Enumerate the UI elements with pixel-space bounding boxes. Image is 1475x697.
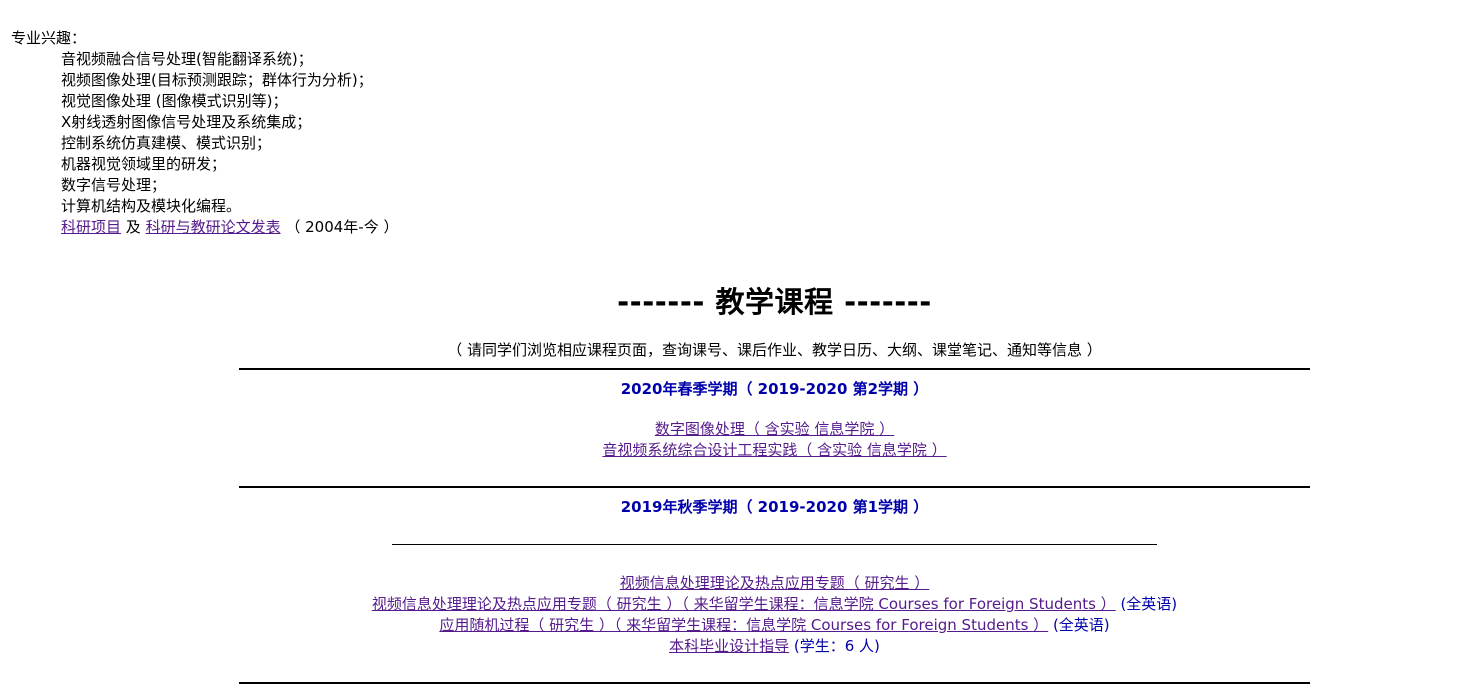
course-link-video-processing-grad[interactable]: 视频信息处理理论及热点应用专题（ 研究生 ） [620, 574, 930, 592]
term-heading-spring-2020: 2020年春季学期（ 2019-2020 第2学期 ） [620, 380, 929, 398]
course-link-undergrad-thesis[interactable]: 本科毕业设计指导 [669, 637, 789, 655]
divider [239, 368, 1310, 370]
research-links-row: 科研项目 及 科研与教研论文发表 （ 2004年-今 ） [61, 217, 398, 238]
english-only-note: (全英语) [1115, 595, 1178, 613]
course-link-random-processes[interactable]: 应用随机过程（ 研究生 ）（ 来华留学生课程：信息学院 Courses for … [439, 616, 1048, 634]
list-item: X射线透射图像信号处理及系统集成； [61, 113, 312, 131]
list-item: 视频信息处理理论及热点应用专题（ 研究生 ） [239, 573, 1310, 594]
divider [239, 682, 1310, 684]
interests-heading: 专业兴趣： [11, 29, 87, 47]
course-list-spring-2020: 数字图像处理（ 含实验 信息学院 ） 音视频系统综合设计工程实践（ 含实验 信息… [239, 419, 1310, 461]
list-item: 数字图像处理（ 含实验 信息学院 ） [239, 419, 1310, 440]
list-item: 本科毕业设计指导 (学生：6 人) [239, 636, 1310, 657]
and-text: 及 [121, 218, 146, 236]
list-item: 计算机结构及模块化编程。 [61, 197, 242, 215]
teaching-title: ------- 教学课程 ------- [617, 285, 932, 319]
interests-section: 专业兴趣： 音视频融合信号处理(智能翻译系统)； 视频图像处理(目标预测跟踪；群… [11, 28, 398, 238]
list-item: 应用随机过程（ 研究生 ）（ 来华留学生课程：信息学院 Courses for … [239, 615, 1310, 636]
teaching-note: （ 请同学们浏览相应课程页面，查询课号、课后作业、教学日历、大纲、课堂笔记、通知… [447, 341, 1102, 359]
course-link-av-system-design[interactable]: 音视频系统综合设计工程实践（ 含实验 信息学院 ） [602, 441, 946, 459]
teaching-section: ------- 教学课程 ------- （ 请同学们浏览相应课程页面，查询课号… [239, 280, 1310, 684]
course-link-video-processing-foreign[interactable]: 视频信息处理理论及热点应用专题（ 研究生 ）（ 来华留学生课程：信息学院 Cou… [372, 595, 1116, 613]
list-item: 控制系统仿真建模、模式识别； [61, 134, 272, 152]
list-item: 视频图像处理(目标预测跟踪；群体行为分析)； [61, 71, 373, 89]
list-item: 视频信息处理理论及热点应用专题（ 研究生 ）（ 来华留学生课程：信息学院 Cou… [239, 594, 1310, 615]
english-only-note: (全英语) [1048, 616, 1110, 634]
course-link-digital-image-processing[interactable]: 数字图像处理（ 含实验 信息学院 ） [655, 420, 894, 438]
research-projects-link[interactable]: 科研项目 [61, 218, 121, 236]
list-item: 音视频融合信号处理(智能翻译系统)； [61, 50, 313, 68]
period-text: （ 2004年-今 ） [280, 218, 399, 236]
interests-list: 音视频融合信号处理(智能翻译系统)； 视频图像处理(目标预测跟踪；群体行为分析)… [11, 49, 398, 238]
term-heading-fall-2019: 2019年秋季学期（ 2019-2020 第1学期 ） [620, 498, 929, 516]
student-count-note: (学生：6 人) [789, 637, 880, 655]
divider [239, 486, 1310, 488]
list-item: 视觉图像处理 (图像模式识别等)； [61, 92, 288, 110]
list-item: 音视频系统综合设计工程实践（ 含实验 信息学院 ） [239, 440, 1310, 461]
divider [392, 544, 1157, 545]
list-item: 数字信号处理； [61, 176, 167, 194]
papers-link[interactable]: 科研与教研论文发表 [146, 218, 281, 236]
list-item: 机器视觉领域里的研发； [61, 155, 227, 173]
course-list-fall-2019: 视频信息处理理论及热点应用专题（ 研究生 ） 视频信息处理理论及热点应用专题（ … [239, 573, 1310, 657]
